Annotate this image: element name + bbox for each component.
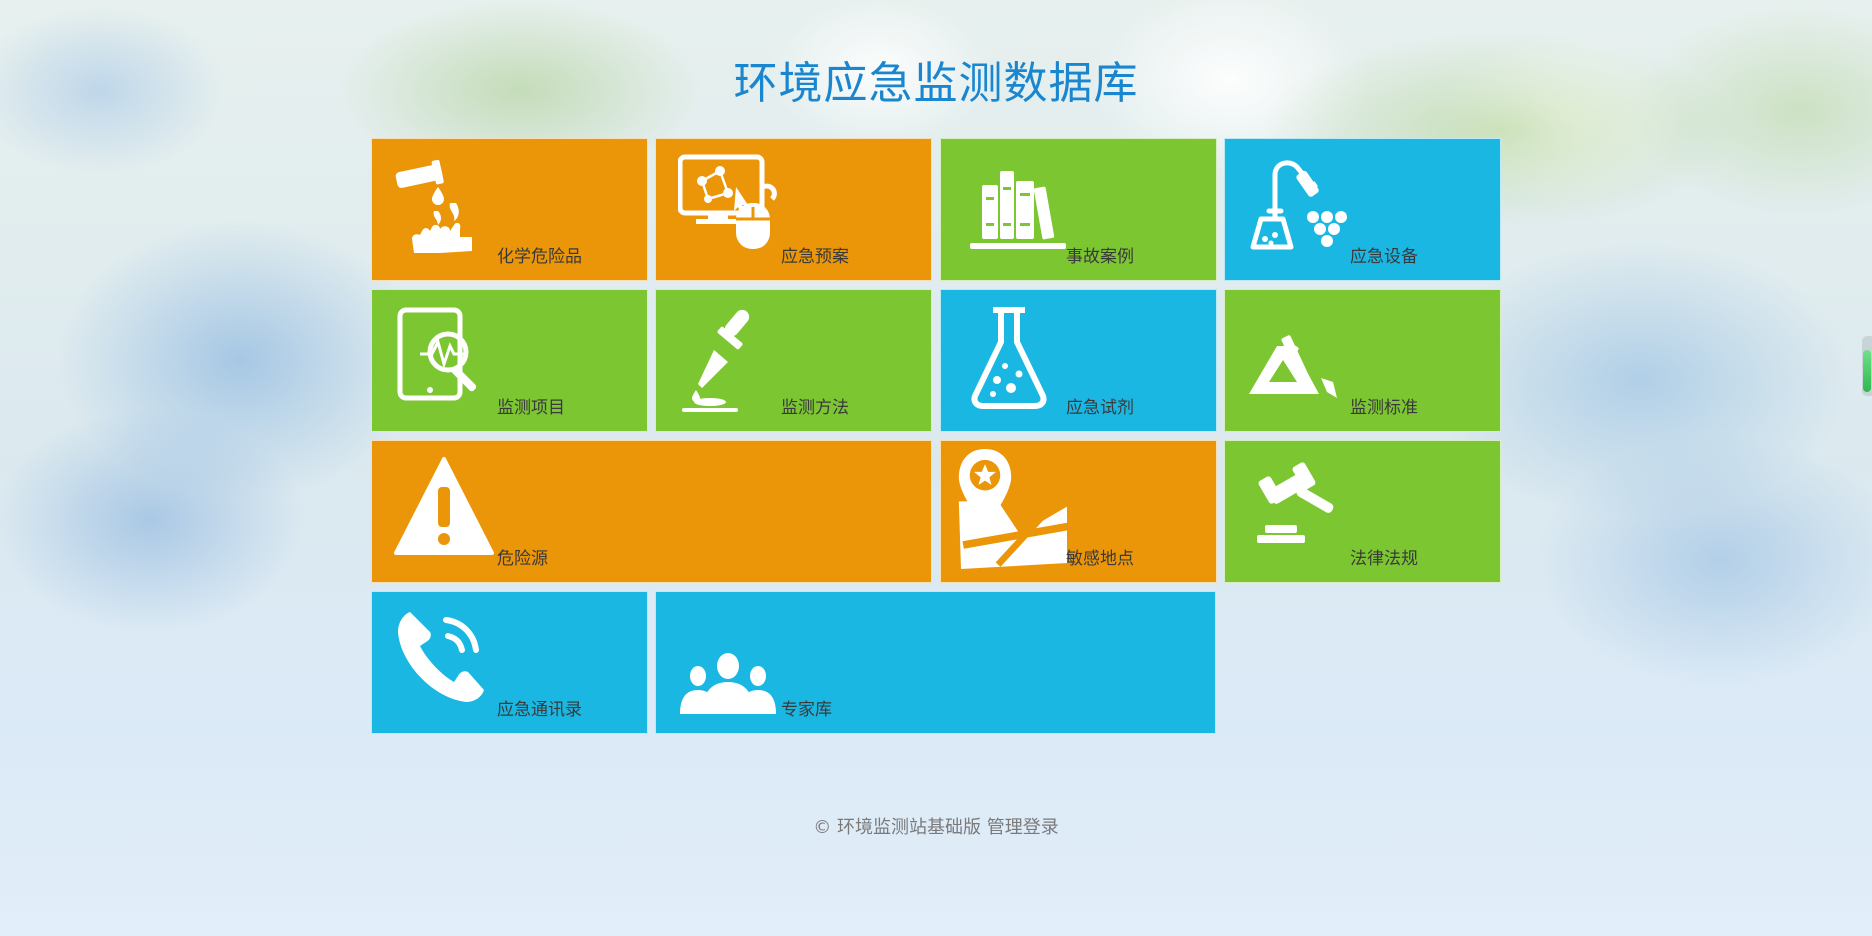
tile-emergency-plans[interactable]: 应急预案 xyxy=(655,138,932,281)
computer-plan-icon xyxy=(678,154,777,249)
tile-label: 监测项目 xyxy=(497,398,565,418)
tile-label: 监测标准 xyxy=(1350,398,1418,418)
experts-icon xyxy=(680,653,776,714)
tile-emergency-reagents[interactable]: 应急试剂 xyxy=(940,289,1217,432)
tile-monitoring-methods[interactable]: 监测方法 xyxy=(655,289,932,432)
page-title: 环境应急监测数据库 xyxy=(733,58,1139,109)
tile-label: 专家库 xyxy=(781,700,832,720)
tile-accident-cases[interactable]: 事故案例 xyxy=(940,138,1217,281)
scrollbar-thumb[interactable] xyxy=(1863,350,1871,392)
flask-icon xyxy=(971,307,1047,409)
chemical-hand-icon xyxy=(395,159,472,253)
books-icon xyxy=(970,171,1066,249)
tile-label: 应急试剂 xyxy=(1066,398,1134,418)
tile-monitoring-items[interactable]: 监测项目 xyxy=(371,289,648,432)
copyright-text: © 环境监测站基础版 xyxy=(813,817,981,838)
tile-monitoring-standards[interactable]: 监测标准 xyxy=(1224,289,1501,432)
tile-label: 应急预案 xyxy=(781,247,849,267)
tile-label: 应急设备 xyxy=(1350,247,1418,267)
phone-icon xyxy=(398,612,484,702)
tablet-analysis-icon xyxy=(397,307,477,401)
tile-label: 监测方法 xyxy=(781,398,849,418)
drafting-tools-icon xyxy=(1249,335,1337,398)
tile-label: 法律法规 xyxy=(1350,549,1418,569)
tile-emergency-equipment[interactable]: 应急设备 xyxy=(1224,138,1501,281)
lab-equipment-icon xyxy=(1250,160,1347,250)
tile-label: 敏感地点 xyxy=(1066,549,1134,569)
gavel-icon xyxy=(1257,462,1334,543)
footer: © 环境监测站基础版 管理登录 xyxy=(0,816,1872,840)
tile-laws-regulations[interactable]: 法律法规 xyxy=(1224,440,1501,583)
tile-sensitive-locations[interactable]: 敏感地点 xyxy=(940,440,1217,583)
dropper-icon xyxy=(682,309,750,412)
tile-label: 应急通讯录 xyxy=(497,700,582,720)
map-pin-icon xyxy=(958,449,1067,569)
admin-login-link[interactable]: 管理登录 xyxy=(987,817,1059,838)
warning-icon xyxy=(394,457,494,555)
tile-chemicals[interactable]: 化学危险品 xyxy=(371,138,648,281)
tile-label: 危险源 xyxy=(497,549,548,569)
tile-expert-database[interactable]: 专家库 xyxy=(655,591,1216,734)
tile-hazard-sources[interactable]: 危险源 xyxy=(371,440,932,583)
tile-label: 化学危险品 xyxy=(497,247,582,267)
tile-emergency-contacts[interactable]: 应急通讯录 xyxy=(371,591,648,734)
tile-label: 事故案例 xyxy=(1066,247,1134,267)
